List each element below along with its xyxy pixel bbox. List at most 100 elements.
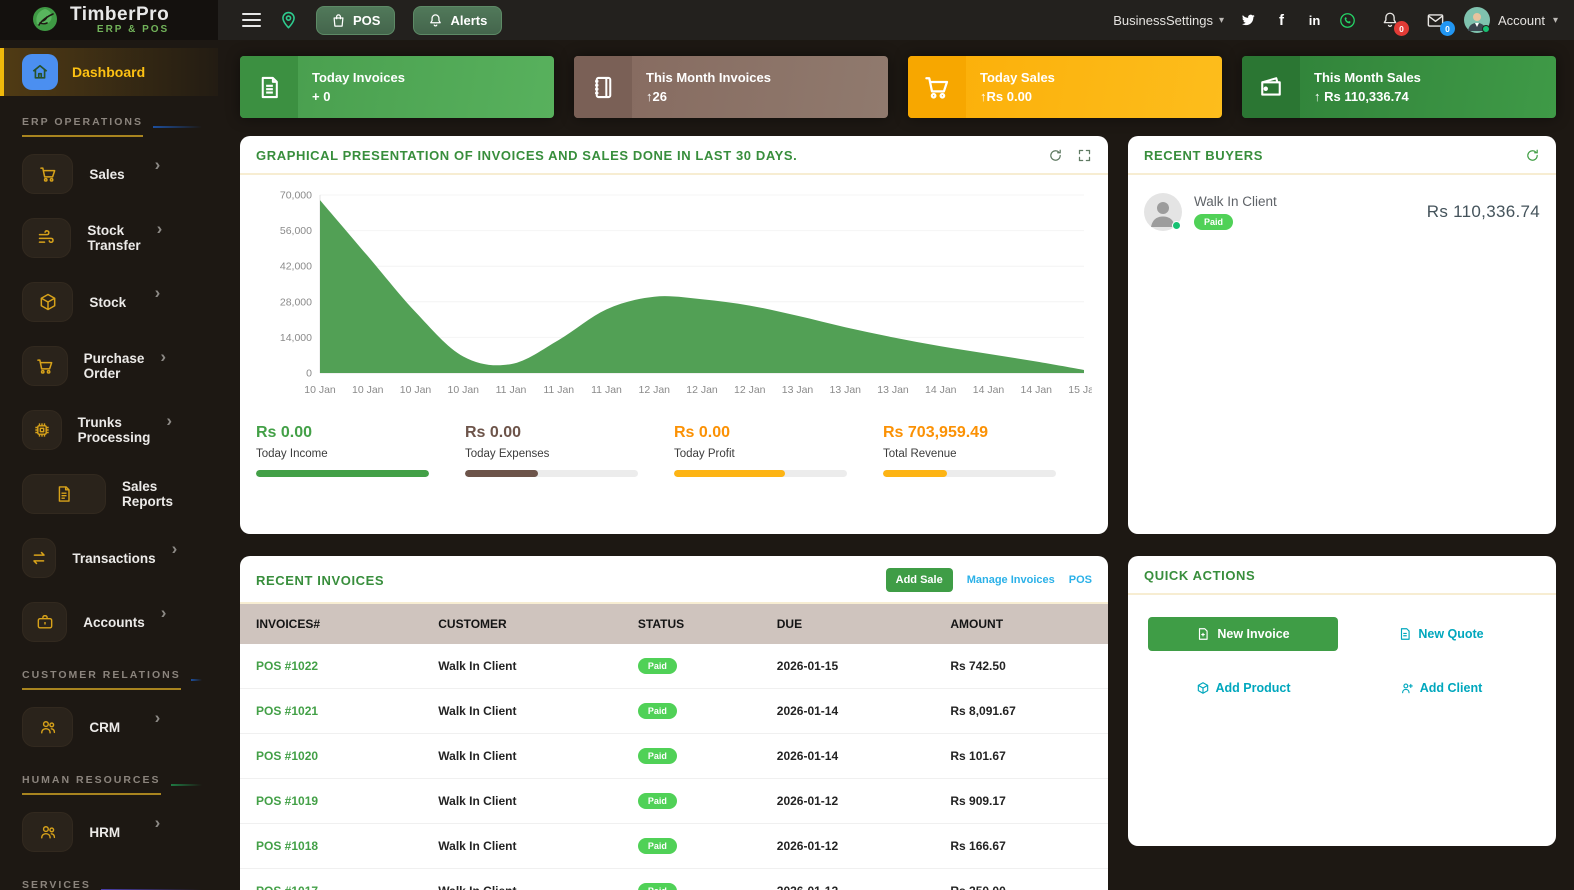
new-invoice-label: New Invoice — [1217, 627, 1290, 641]
business-settings-label: BusinessSettings — [1113, 12, 1213, 28]
invoice-number[interactable]: POS #1017 — [240, 868, 423, 890]
table-row[interactable]: POS #1017 Walk In Client Paid 2026-01-12… — [240, 868, 1108, 890]
sidebar-item-transactions[interactable]: Transactions › — [0, 531, 218, 585]
card-label: This Month Invoices — [646, 70, 771, 85]
sidebar-item-stock-transfer[interactable]: Stock Transfer › — [0, 211, 218, 265]
notebook-icon — [574, 56, 632, 118]
sidebar-item-dashboard[interactable]: Dashboard — [0, 48, 218, 96]
invoice-number[interactable]: POS #1018 — [240, 823, 423, 869]
linkedin-icon[interactable]: in — [1306, 12, 1323, 29]
table-row[interactable]: POS #1019 Walk In Client Paid 2026-01-12… — [240, 778, 1108, 824]
stat-label: Today Profit — [674, 448, 735, 460]
add-product-link[interactable]: Add Product — [1196, 681, 1291, 695]
x-axis-tick: 14 Jan — [973, 384, 1005, 396]
new-quote-link[interactable]: New Quote — [1398, 627, 1484, 641]
col-due: DUE — [760, 604, 935, 644]
main-content: Today Invoices + 0 This Month Invoices ↑… — [218, 40, 1574, 890]
col-status: STATUS — [621, 604, 761, 644]
buyer-list-item[interactable]: Walk In Client Paid Rs 110,336.74 — [1128, 175, 1556, 249]
user-avatar — [1463, 7, 1490, 33]
invoice-customer: Walk In Client — [422, 733, 622, 779]
sidebar-item-sales-reports[interactable]: Sales Reports — [0, 467, 218, 521]
invoice-due: 2026-01-12 — [760, 868, 935, 890]
pos-button[interactable]: POS — [316, 5, 396, 35]
invoices-table-header-row: INVOICES# CUSTOMER STATUS DUE AMOUNT — [240, 604, 1108, 644]
new-invoice-button[interactable]: New Invoice — [1148, 617, 1338, 651]
table-row[interactable]: POS #1018 Walk In Client Paid 2026-01-12… — [240, 823, 1108, 869]
sidebar-item-purchase-order[interactable]: Purchase Order › — [0, 339, 218, 393]
sidebar-item-stock[interactable]: Stock › — [0, 275, 218, 329]
status-badge: Paid — [637, 658, 677, 674]
expand-icon[interactable] — [1077, 148, 1092, 163]
sidebar-item-trunks-processing[interactable]: Trunks Processing › — [0, 403, 218, 457]
box-icon — [1197, 682, 1208, 694]
table-row[interactable]: POS #1022 Walk In Client Paid 2026-01-15… — [240, 644, 1108, 689]
box-icon — [22, 282, 74, 322]
invoice-customer: Walk In Client — [422, 823, 622, 869]
account-menu[interactable]: Account ▾ — [1463, 7, 1558, 33]
pos-link[interactable]: POS — [1069, 574, 1092, 586]
transfer-wind-icon — [22, 218, 72, 258]
status-badge: Paid — [637, 793, 677, 809]
x-axis-tick: 10 Jan — [447, 384, 479, 396]
logo-area[interactable]: TimberPro ERP & POS — [0, 0, 218, 40]
table-row[interactable]: POS #1020 Walk In Client Paid 2026-01-14… — [240, 733, 1108, 779]
sidebar-item-crm[interactable]: CRM › — [0, 700, 218, 754]
sidebar-item-sales[interactable]: Sales › — [0, 147, 218, 201]
app-tagline: ERP & POS — [96, 24, 170, 35]
add-client-link[interactable]: Add Client — [1400, 681, 1483, 695]
table-row[interactable]: POS #1021 Walk In Client Paid 2026-01-14… — [240, 688, 1108, 734]
add-sale-button[interactable]: Add Sale — [885, 568, 953, 592]
invoice-number[interactable]: POS #1019 — [240, 778, 423, 824]
recent-buyers-panel: RECENT BUYERS Walk In Client Paid Rs 110… — [1128, 136, 1556, 534]
x-axis-tick: 12 Jan — [734, 384, 766, 396]
chart-summary-stats: Rs 0.00 Today Income Rs 0.00 Today Expen… — [240, 410, 1108, 477]
messages-button[interactable]: 0 — [1424, 8, 1455, 36]
new-quote-label: New Quote — [1418, 627, 1484, 641]
facebook-icon[interactable]: f — [1273, 12, 1290, 29]
notifications-button[interactable]: 0 — [1378, 8, 1409, 36]
menu-toggle-icon[interactable] — [242, 13, 261, 27]
card-label: Today Invoices — [312, 70, 405, 85]
invoice-number[interactable]: POS #1021 — [240, 688, 423, 734]
stat-today-profit: Rs 0.00 Today Profit — [674, 424, 883, 477]
stat-today-expenses: Rs 0.00 Today Expenses — [465, 424, 674, 477]
invoice-customer: Walk In Client — [422, 868, 622, 890]
card-month-sales[interactable]: This Month Sales ↑ Rs 110,336.74 — [1242, 56, 1556, 118]
account-label: Account — [1497, 12, 1545, 28]
refresh-icon[interactable] — [1525, 148, 1540, 163]
invoice-customer: Walk In Client — [422, 688, 622, 734]
card-today-sales[interactable]: Today Sales ↑Rs 0.00 — [908, 56, 1222, 118]
x-axis-tick: 12 Jan — [686, 384, 718, 396]
status-badge: Paid — [637, 838, 677, 854]
status-badge: Paid — [637, 748, 677, 764]
business-settings-menu[interactable]: BusinessSettings ▾ — [1113, 13, 1224, 28]
manage-invoices-link[interactable]: Manage Invoices — [967, 574, 1055, 586]
card-today-invoices[interactable]: Today Invoices + 0 — [240, 56, 554, 118]
sales-chart-panel: GRAPHICAL PRESENTATION OF INVOICES AND S… — [240, 136, 1108, 534]
chevron-right-icon: › — [166, 411, 173, 430]
progress-bar — [465, 470, 538, 477]
invoice-document-icon — [240, 56, 298, 118]
alerts-button-label: Alerts — [450, 12, 488, 28]
card-value: ↑ Rs 110,336.74 — [1314, 89, 1409, 104]
chart-panel-title: GRAPHICAL PRESENTATION OF INVOICES AND S… — [256, 148, 798, 163]
refresh-icon[interactable] — [1048, 148, 1063, 163]
chip-icon — [22, 410, 62, 450]
sidebar-item-hrm[interactable]: HRM › — [0, 805, 218, 859]
swap-arrows-icon — [22, 538, 57, 578]
sidebar-item-accounts[interactable]: Accounts › — [0, 595, 218, 649]
invoice-number[interactable]: POS #1022 — [240, 644, 423, 689]
status-badge: Paid — [637, 703, 677, 719]
invoice-due: 2026-01-14 — [760, 688, 935, 734]
twitter-icon[interactable] — [1240, 12, 1257, 29]
invoices-table: INVOICES# CUSTOMER STATUS DUE AMOUNT POS… — [240, 604, 1108, 890]
y-axis-tick: 70,000 — [280, 190, 312, 202]
add-client-label: Add Client — [1419, 681, 1483, 695]
card-month-invoices[interactable]: This Month Invoices ↑26 — [574, 56, 888, 118]
invoice-number[interactable]: POS #1020 — [240, 733, 423, 779]
whatsapp-icon[interactable] — [1339, 12, 1356, 29]
location-pin-icon[interactable] — [279, 11, 298, 30]
app-title: TimberPro — [70, 4, 170, 25]
alerts-button[interactable]: Alerts — [413, 5, 503, 35]
